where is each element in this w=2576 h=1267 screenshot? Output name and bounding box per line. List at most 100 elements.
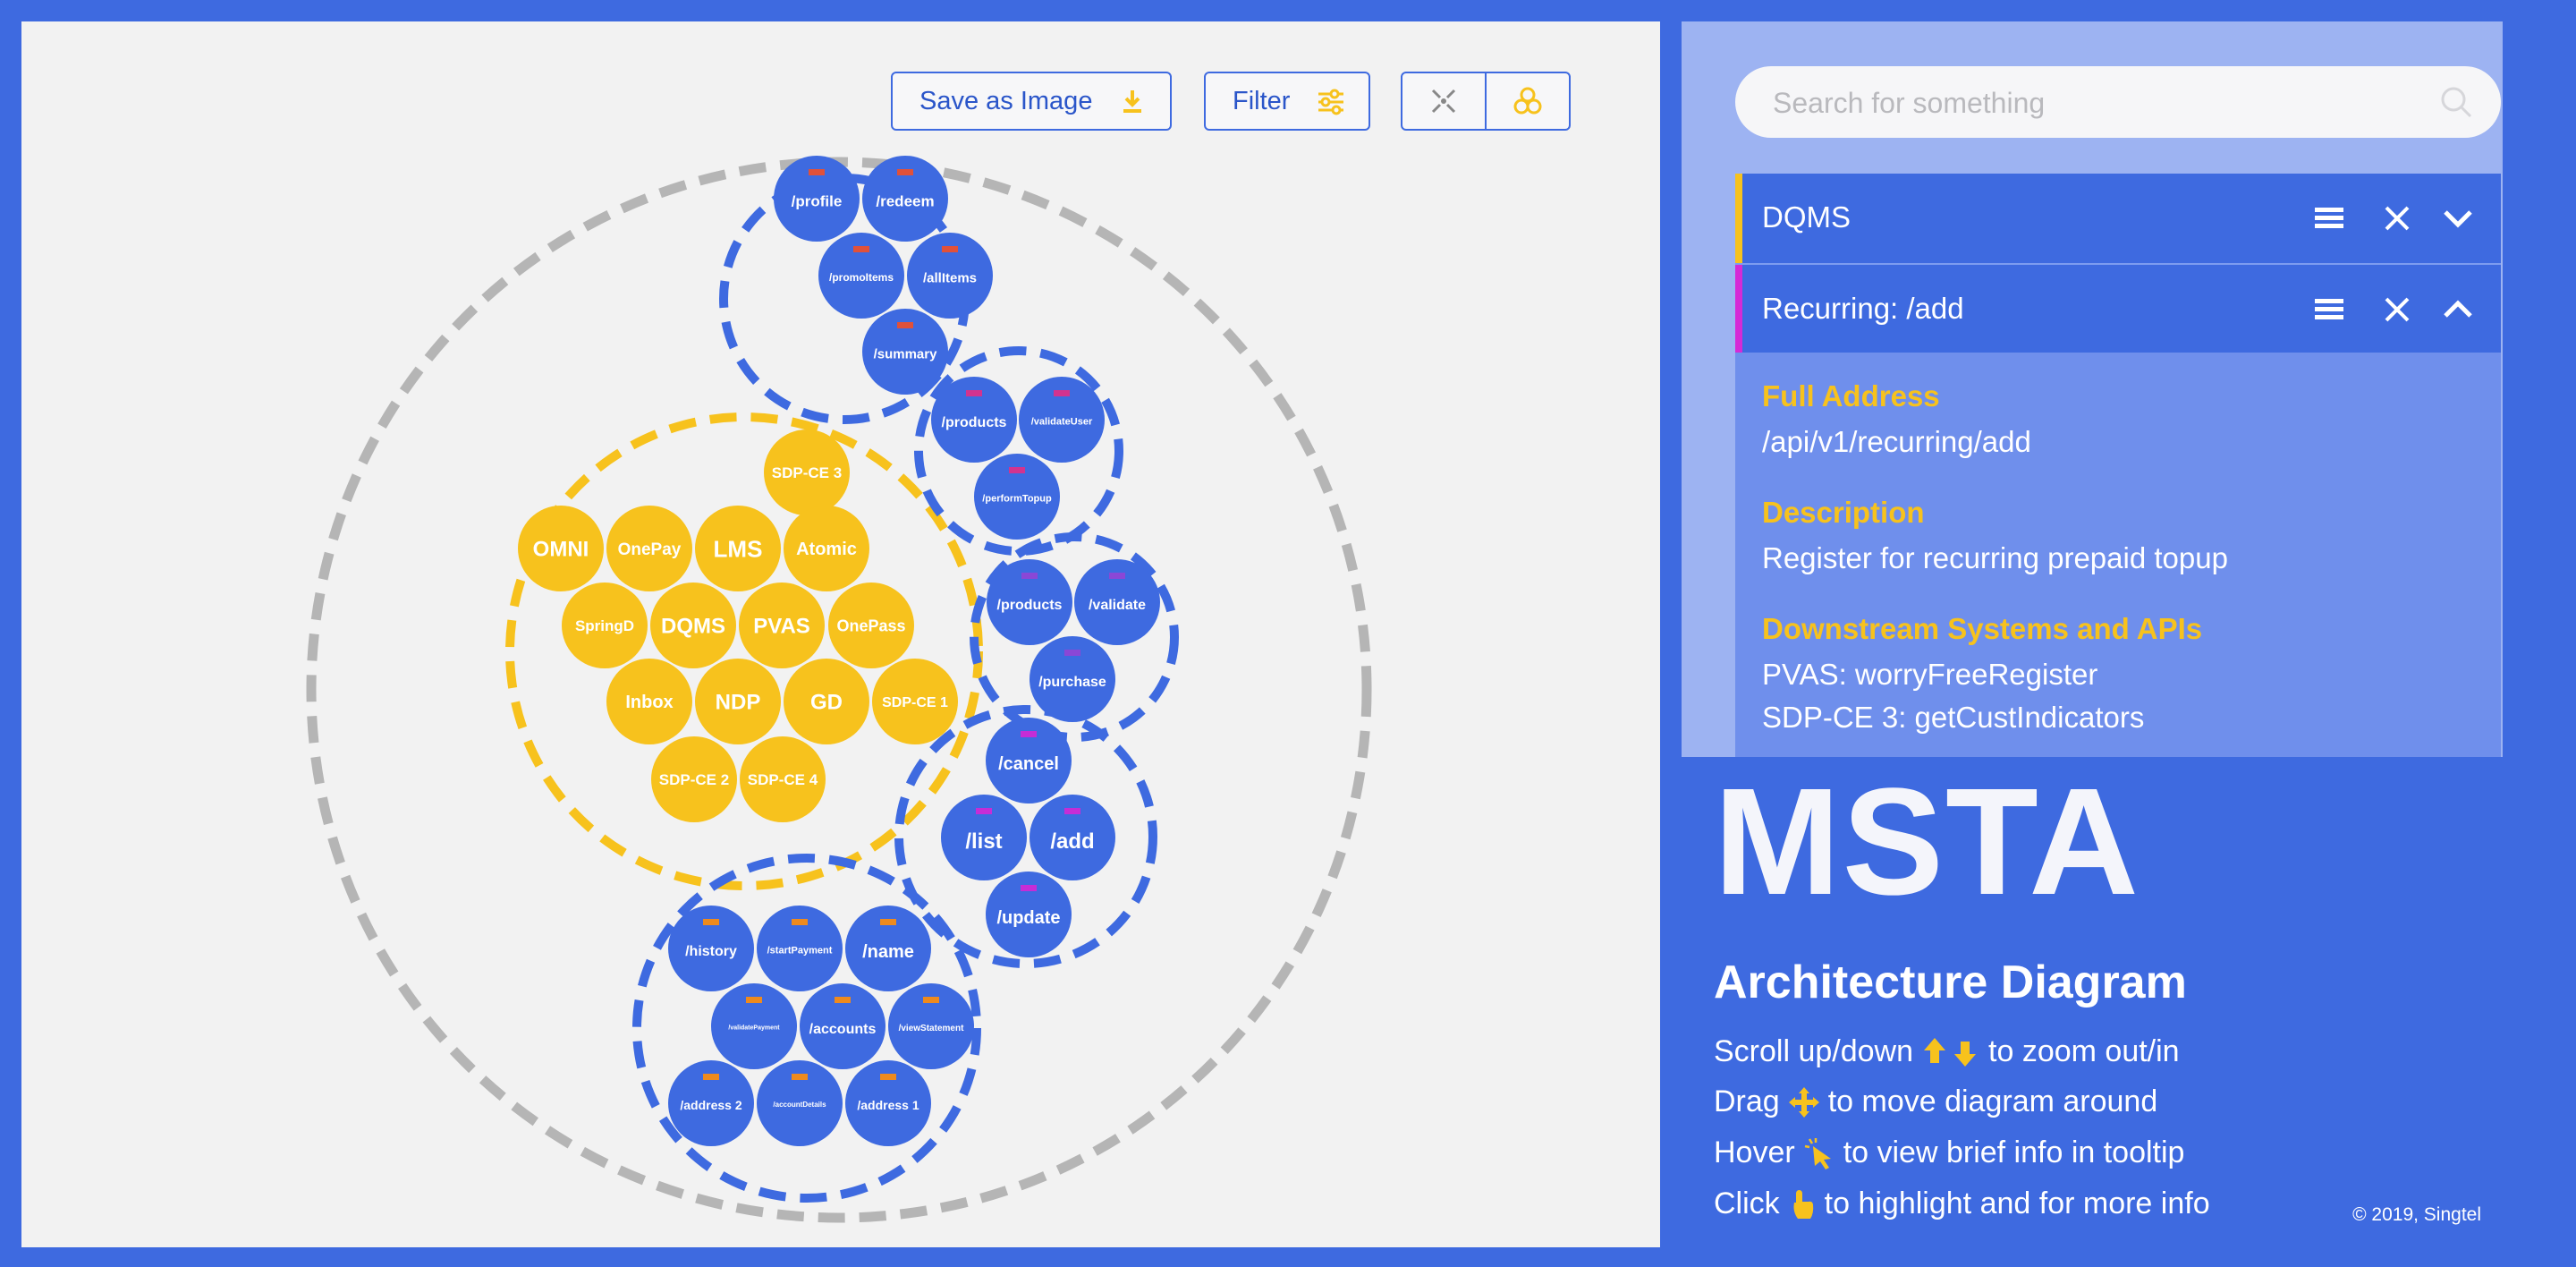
core-node-label: SpringD [575,617,634,634]
core-node-label: PVAS [753,615,810,639]
instruction-post: to highlight and for more info [1824,1186,2210,1220]
core-node-label: OnePass [836,616,905,634]
api-node-marker [853,246,869,252]
circles-cluster-icon [1513,87,1542,115]
instruction-post: to move diagram around [1827,1084,2158,1118]
api-node-label: /startPayment [767,946,833,957]
api-node-label: /purchase [1038,675,1106,690]
api-node-label: /accounts [809,1022,877,1037]
api-node-marker [1064,650,1080,656]
chevron-down-icon[interactable] [2436,197,2479,240]
card-stripe [1735,265,1742,354]
instruction-hover: Hover to view brief info in tooltip [1714,1135,2184,1170]
api-node-label: /summary [874,347,938,362]
downstream-list: PVAS: worryFreeRegister SDP-CE 3: getCus… [1762,653,2474,739]
api-node-label: /history [685,944,737,959]
save-as-image-button[interactable]: Save as Image [891,72,1172,131]
downstream-heading: Downstream Systems and APIs [1762,612,2203,645]
api-node-marker [746,997,762,1003]
menu-icon[interactable] [2308,288,2351,331]
api-node-marker [1021,885,1037,891]
architecture-diagram[interactable]: SDP-CE 3 OMNI OnePay LMS Atomic SpringD DQMS PV… [21,21,1660,1247]
pointer-click-icon [1804,1137,1831,1169]
core-node-label: LMS [714,535,763,562]
search-bar [1735,66,2501,140]
save-as-image-label: Save as Image [919,86,1093,115]
api-node-label: /cancel [998,754,1059,774]
hand-pointer-icon [1793,1189,1813,1219]
api-node-label: /accountDetails [773,1101,826,1109]
core-node-label: OnePay [618,540,682,559]
api-node-label: /redeem [876,193,934,210]
card-stripe [1735,174,1742,263]
api-node-marker [1054,390,1070,396]
api-node-marker [809,169,825,175]
view-toggle-group [1401,72,1571,131]
close-icon[interactable] [2376,197,2419,240]
api-node-marker [1064,808,1080,814]
api-node-label: /validate [1089,598,1146,613]
menu-icon[interactable] [2308,197,2351,240]
api-node-label: /profile [792,193,843,210]
api-node-marker [897,169,913,175]
collapse-arrows-icon [1431,89,1456,114]
api-node-marker [703,919,719,925]
filter-label: Filter [1233,86,1291,115]
api-node-label: /update [996,908,1060,928]
info-panel: DQMS Recurring: /add Full Address /api/v… [1682,21,2503,757]
card-recurring-add[interactable]: Recurring: /add [1735,265,2501,354]
api-node-label: /promoItems [829,271,894,284]
instruction-post: to zoom out/in [1988,1034,2180,1068]
card-details: Full Address /api/v1/recurring/add Descr… [1735,353,2501,757]
search-icon[interactable] [2438,84,2474,120]
api-node-marker [792,919,808,925]
cluster-view-button[interactable] [1487,73,1569,129]
search-input[interactable] [1771,66,2436,140]
close-icon[interactable] [2376,288,2419,331]
api-node-label: /address 2 [680,1098,741,1112]
app-title: MSTA [1714,757,2140,927]
downstream-item: SDP-CE 3: getCustIndicators [1762,701,2145,734]
filter-button[interactable]: Filter [1204,72,1370,131]
core-node-label: SDP-CE 1 [882,695,948,710]
diagram-canvas[interactable]: SDP-CE 3 OMNI OnePay LMS Atomic SpringD DQMS PV… [21,21,1660,1247]
move-icon [1788,1086,1819,1118]
api-node-marker [966,390,982,396]
api-node-marker [1021,573,1038,579]
api-node-label: /validatePayment [728,1025,780,1032]
api-node-label: /performTopup [982,494,1052,505]
instruction-pre: Hover [1714,1135,1795,1169]
chevron-up-icon[interactable] [2436,288,2479,331]
arrows-up-down-icon [1924,1037,1977,1067]
api-node-marker [880,919,896,925]
full-address-value: /api/v1/recurring/add [1762,425,2031,458]
card-dqms[interactable]: DQMS [1735,174,2501,263]
api-node-marker [897,322,913,328]
api-node-marker [1109,573,1125,579]
api-node-label: /name [862,942,914,962]
core-node-label: Atomic [796,540,857,559]
core-node-label: Inbox [625,693,673,712]
card-title: Recurring: /add [1762,292,1964,325]
api-node-marker [835,997,851,1003]
instruction-zoom: Scroll up/down to zoom out/in [1714,1034,2180,1069]
api-node-marker [1021,731,1037,737]
api-node-marker [942,246,958,252]
instruction-post: to view brief info in tooltip [1843,1135,2185,1169]
core-node-label: DQMS [661,615,725,639]
api-node-label: /list [965,829,1002,854]
api-node-label: /products [942,415,1007,430]
api-node-marker [792,1074,808,1080]
collapse-view-button[interactable] [1402,73,1485,129]
download-icon [1123,90,1141,113]
description-heading: Description [1762,496,1925,529]
card-title: DQMS [1762,200,1851,234]
sliders-icon [1318,89,1343,115]
api-node-label: /viewStatement [899,1024,964,1033]
api-node-marker [703,1074,719,1080]
core-node-label: OMNI [533,538,589,562]
api-node-label: /add [1050,829,1094,854]
description-value: Register for recurring prepaid topup [1762,541,2228,574]
api-node-marker [880,1074,896,1080]
api-node-label: /allItems [923,271,977,286]
